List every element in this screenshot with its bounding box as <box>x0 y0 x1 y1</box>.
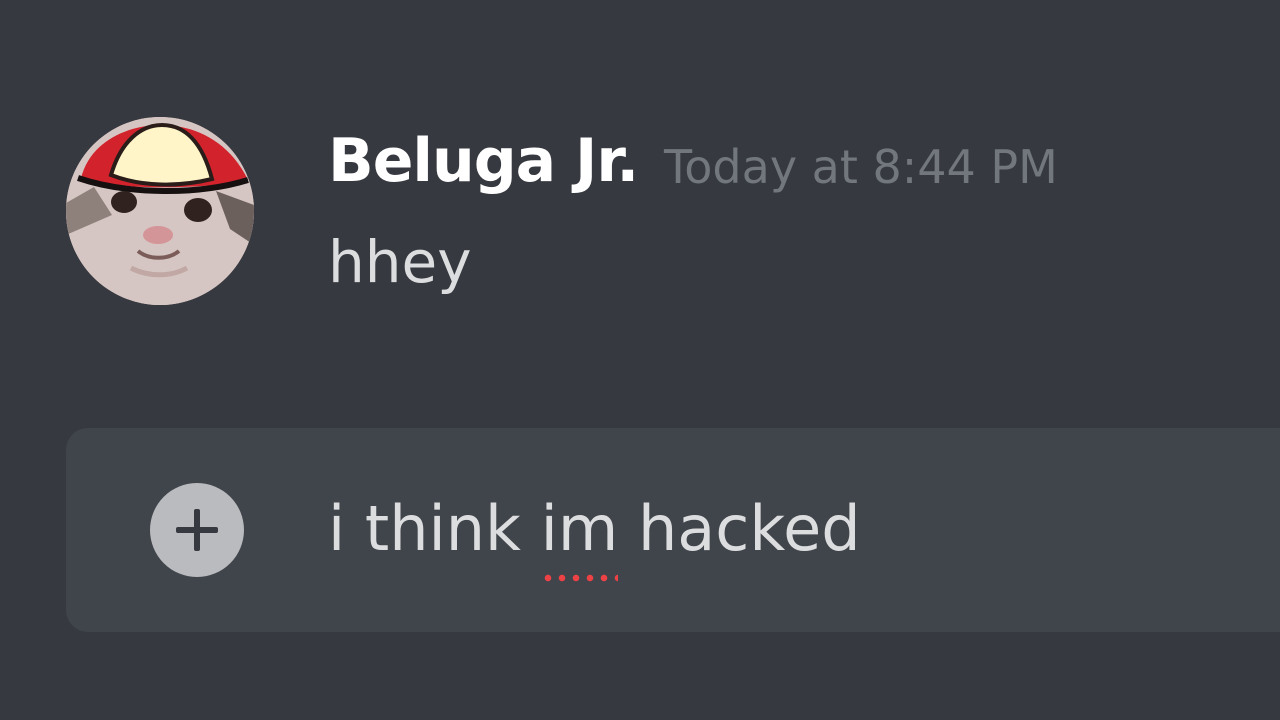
message-timestamp: Today at 8:44 PM <box>664 140 1058 194</box>
input-text-before: i think <box>328 492 541 565</box>
previous-message-fragment: ▁ ▁ ▁ ▁ ▁ <box>540 0 920 6</box>
misspelled-word-text: im <box>540 492 619 565</box>
attach-button[interactable] <box>150 483 244 577</box>
message-input[interactable]: i think im hacked <box>328 486 861 582</box>
message-composer[interactable]: i think im hacked <box>66 428 1280 632</box>
avatar[interactable] <box>66 117 254 305</box>
spellcheck-underline <box>540 574 619 582</box>
chat-view: ▁ ▁ ▁ ▁ ▁ Beluga Jr. Today at 8:44 PM hh… <box>0 0 1280 720</box>
plus-circle-icon <box>176 509 218 551</box>
message-text: hhey <box>328 228 472 296</box>
misspelled-word[interactable]: im <box>540 486 619 582</box>
message-author[interactable]: Beluga Jr. <box>328 126 639 196</box>
input-text-after: hacked <box>618 492 861 565</box>
chat-message: Beluga Jr. Today at 8:44 PM hhey <box>0 110 1280 320</box>
avatar-image <box>66 117 254 305</box>
